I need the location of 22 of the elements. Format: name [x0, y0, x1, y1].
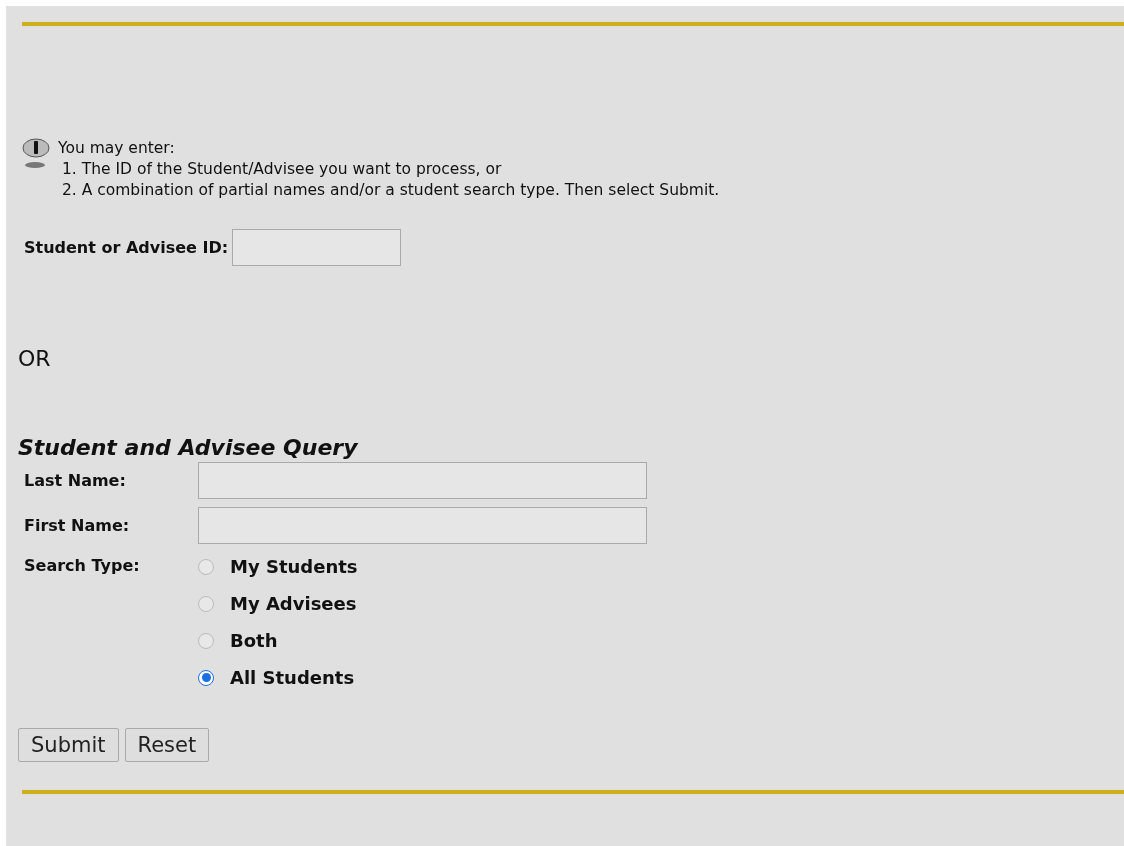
input-field[interactable] — [198, 462, 647, 499]
radio-label: My Students — [230, 556, 358, 577]
radio-label: All Students — [230, 667, 355, 688]
radio-button[interactable] — [198, 632, 214, 649]
section-title: Student and Advisee Query — [18, 435, 359, 460]
instruction-text: 1. The ID of the Student/Advisee you want to process, or — [61, 159, 503, 180]
radio-button[interactable] — [198, 558, 214, 575]
instruction-text: You may enter: — [58, 138, 176, 159]
field-label: Student or Advisee ID: — [24, 238, 229, 257]
instruction-text: 2. A combination of partial names and/or a student search type. Then select Submit. — [61, 180, 720, 201]
field-label: Search Type: — [24, 555, 141, 575]
field-label: First Name: — [24, 516, 131, 535]
separator-text: OR — [18, 346, 52, 371]
radio-button[interactable] — [198, 669, 214, 686]
radio-button[interactable] — [198, 595, 214, 612]
submit-button[interactable]: Submit — [18, 728, 119, 762]
field-label: Last Name: — [24, 471, 127, 490]
radio-label: Both — [230, 630, 278, 651]
input-field[interactable] — [198, 507, 647, 544]
radio-label: My Advisees — [230, 593, 357, 614]
input-field[interactable] — [232, 229, 402, 266]
reset-button[interactable]: Reset — [124, 728, 210, 762]
